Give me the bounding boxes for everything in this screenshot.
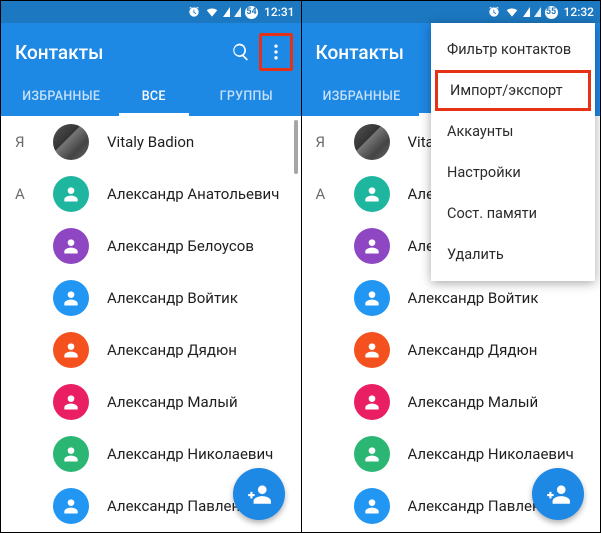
contact-row[interactable]: Александр Войтик [1,272,301,324]
contact-row[interactable]: А Александр Анатольевич [1,168,301,220]
search-icon [231,42,251,62]
signal-icon [523,7,530,17]
contact-row[interactable]: Я Vitaly Badion [1,116,301,168]
contact-name: Vitaly Badion [107,133,194,151]
avatar [53,228,89,264]
tab-groups[interactable]: ГРУППЫ [200,79,293,116]
section-letter: Я [316,133,342,151]
section-letter: Я [15,133,41,151]
tab-bar: ИЗБРАННЫЕ ВСЕ ГРУППЫ [15,79,293,116]
contact-name: Александр Анатольевич [107,185,279,203]
page-title: Контакты [15,41,223,64]
wifi-icon [205,5,219,19]
section-letter: А [15,185,41,203]
search-button[interactable] [223,34,259,70]
person-icon [362,340,382,360]
add-contact-fab[interactable] [532,468,584,520]
tab-all[interactable]: ВСЕ [108,79,201,116]
clock: 12:31 [264,5,294,19]
person-icon [61,288,81,308]
avatar [354,488,390,524]
person-icon [362,496,382,516]
menu-item[interactable]: Настройки [431,152,595,193]
menu-item[interactable]: Сост. памяти [431,193,595,234]
alarm-icon [187,5,201,19]
menu-item[interactable]: Импорт/экспорт [435,70,591,111]
avatar [354,384,390,420]
contact-row[interactable]: Александр Белоусов [1,220,301,272]
person-add-icon [545,481,571,507]
signal-icon [223,7,230,17]
avatar [354,124,390,160]
avatar [53,436,89,472]
person-icon [61,236,81,256]
contact-name: Александр Николаевич [107,445,273,463]
avatar [354,228,390,264]
person-icon [362,392,382,412]
contact-name: Александр Войтик [107,289,238,307]
person-icon [61,496,81,516]
person-add-icon [246,481,272,507]
status-bar: 54 12:31 [1,1,301,23]
contact-name: Александр Дядюн [107,341,237,359]
person-icon [362,184,382,204]
more-vert-icon [266,42,286,62]
contact-row[interactable]: Александр Малый [302,376,601,428]
clock: 12:32 [564,5,594,19]
avatar [53,488,89,524]
status-bar: 55 12:32 [302,1,601,23]
contact-row[interactable]: Александр Малый [1,376,301,428]
contact-list[interactable]: Я Vitaly Badion А Александр Анатольевич Алек… [1,116,301,529]
tab-favorites[interactable]: ИЗБРАННЫЕ [316,79,408,116]
person-icon [362,236,382,256]
contact-name: Александр Войтик [408,289,539,307]
person-icon [362,444,382,464]
avatar [354,332,390,368]
contact-name: Александр Николаевич [408,445,574,463]
avatar [53,384,89,420]
contact-row[interactable]: Александр Дядюн [302,324,601,376]
tab-favorites[interactable]: ИЗБРАННЫЕ [15,79,108,116]
menu-item[interactable]: Фильтр контактов [431,29,595,70]
section-letter: А [316,185,342,203]
contact-name: Александр Белоусов [107,237,254,255]
avatar [53,176,89,212]
contact-name: Александр Дядюн [408,341,538,359]
add-contact-fab[interactable] [233,468,285,520]
person-icon [362,288,382,308]
menu-item[interactable]: Аккаунты [431,111,595,152]
person-icon [61,444,81,464]
menu-item[interactable]: Удалить [431,234,595,275]
alarm-icon [487,5,501,19]
battery-icon: 55 [545,6,558,19]
avatar [53,280,89,316]
wifi-icon [505,5,519,19]
avatar [53,124,89,160]
avatar [354,176,390,212]
screenshot-right: 55 12:32 Контакты ИЗБРАННЫЕ ВСЕ ГРУППЫ Я… [301,1,601,532]
person-icon [61,340,81,360]
overflow-menu: Фильтр контактовИмпорт/экспортАккаунтыНа… [431,23,595,281]
contact-name: Александр Малый [107,393,238,411]
avatar [354,436,390,472]
signal-icon [534,7,541,17]
battery-icon: 54 [245,6,258,19]
person-icon [61,184,81,204]
contact-name: Александр Малый [408,393,539,411]
more-button-highlighted[interactable] [259,33,293,71]
signal-icon [234,7,241,17]
app-header: Контакты ИЗБРАННЫЕ ВСЕ ГРУППЫ [1,23,301,116]
screenshot-left: 54 12:31 Контакты ИЗБРАННЫЕ ВСЕ ГРУППЫ [1,1,301,532]
avatar [354,280,390,316]
person-icon [61,392,81,412]
avatar [53,332,89,368]
contact-row[interactable]: Александр Дядюн [1,324,301,376]
